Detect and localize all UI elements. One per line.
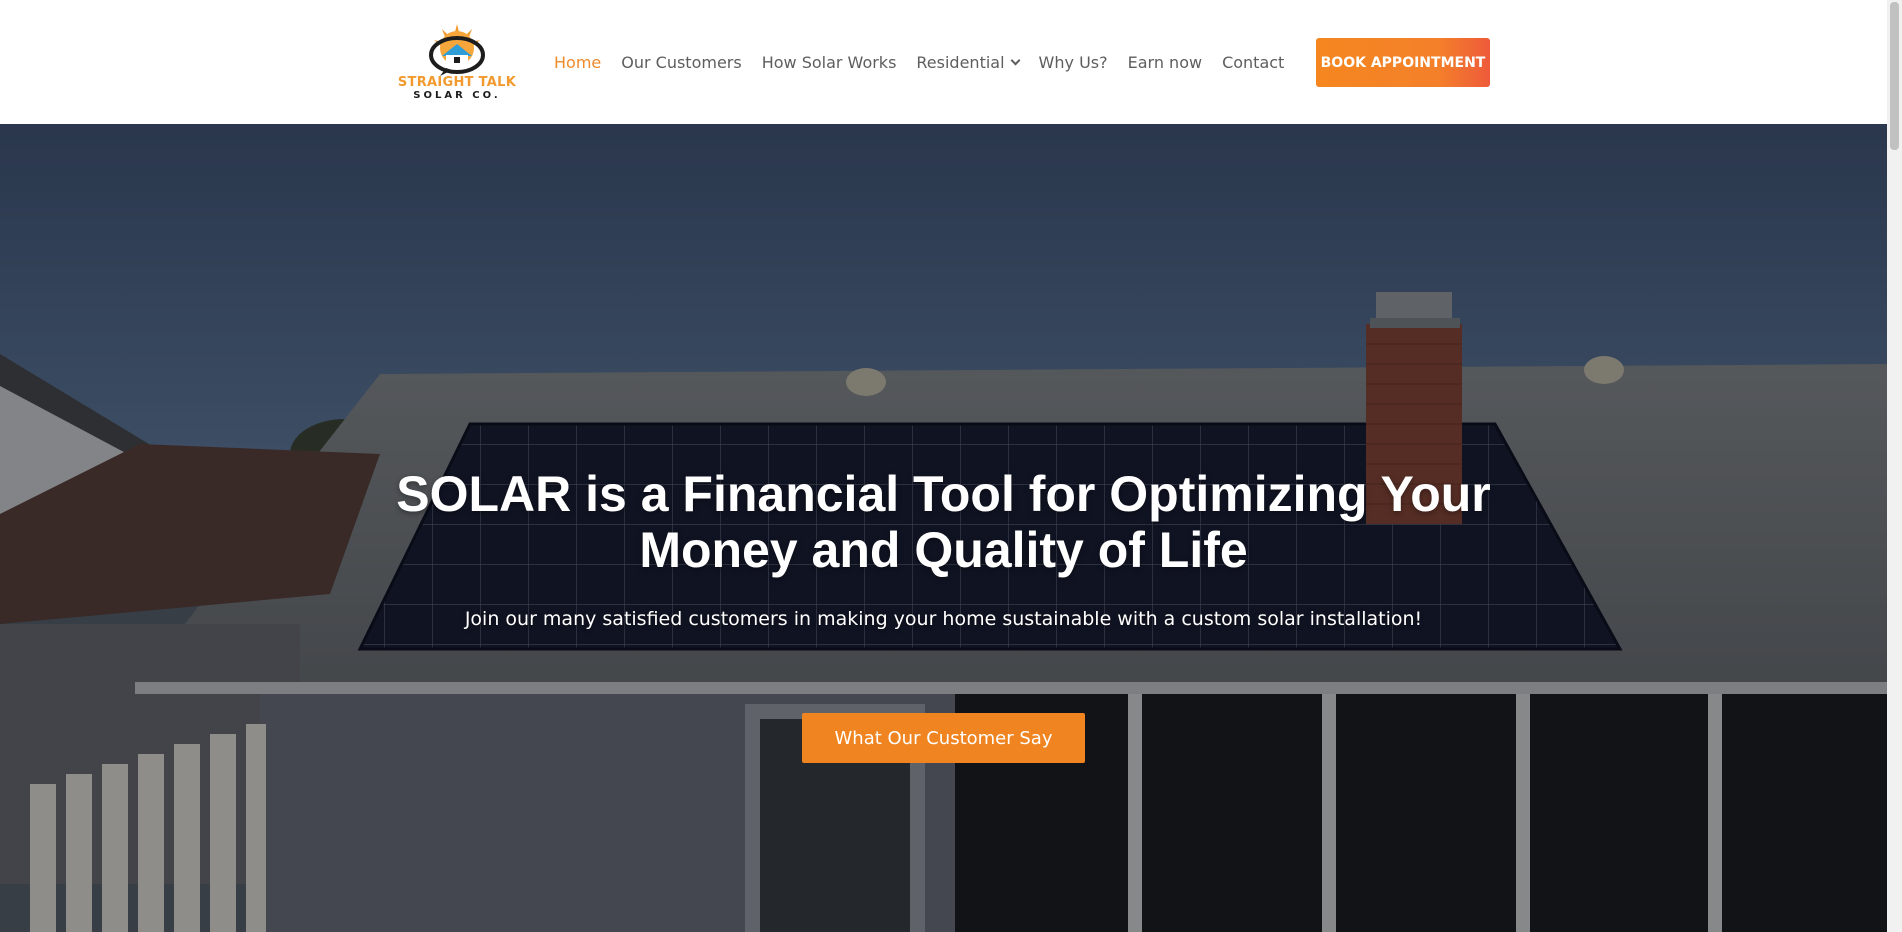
logo[interactable]: STRAIGHT TALK SOLAR CO. [396, 22, 518, 106]
hero-title-line-2: Money and Quality of Life [639, 522, 1248, 578]
hero-section: SOLAR is a Financial Tool for Optimizing… [0, 124, 1887, 932]
hero-title-line-1: SOLAR is a Financial Tool for Optimizing… [396, 466, 1491, 522]
hero-title: SOLAR is a Financial Tool for Optimizing… [0, 466, 1887, 578]
chevron-down-icon [1010, 55, 1020, 65]
page-scrollbar[interactable] [1887, 0, 1902, 932]
logo-text-secondary: SOLAR CO. [413, 90, 501, 101]
main-nav: Home Our Customers How Solar Works Resid… [554, 50, 1304, 74]
nav-item-contact[interactable]: Contact [1222, 53, 1284, 72]
scrollbar-thumb[interactable] [1890, 2, 1899, 150]
book-appointment-button[interactable]: BOOK APPOINTMENT [1316, 38, 1490, 87]
nav-item-residential[interactable]: Residential [916, 52, 1020, 72]
nav-item-how-solar-works[interactable]: How Solar Works [762, 53, 897, 72]
site-header: STRAIGHT TALK SOLAR CO. Home Our Custome… [0, 0, 1887, 124]
nav-item-home[interactable]: Home [554, 53, 601, 72]
nav-item-our-customers[interactable]: Our Customers [621, 53, 741, 72]
nav-item-residential-label: Residential [916, 52, 1005, 72]
customer-testimonials-button[interactable]: What Our Customer Say [802, 713, 1085, 763]
nav-item-earn-now[interactable]: Earn now [1128, 53, 1202, 72]
hero-subtitle: Join our many satisfied customers in mak… [464, 608, 1423, 630]
logo-text-primary: STRAIGHT TALK [397, 75, 517, 90]
logo-icon [429, 24, 485, 76]
nav-item-why-us[interactable]: Why Us? [1039, 53, 1108, 72]
